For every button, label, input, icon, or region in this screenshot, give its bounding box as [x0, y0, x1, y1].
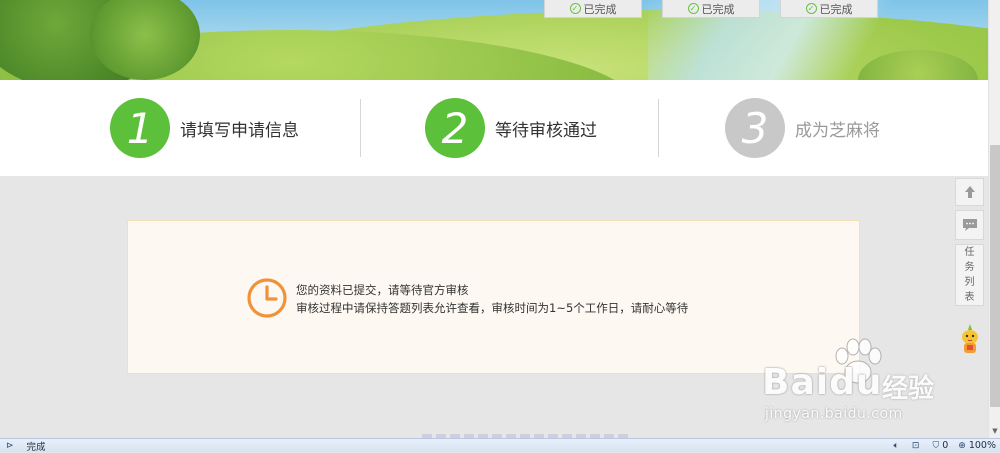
done-tab-1[interactable]: ✓ 已完成	[544, 0, 642, 18]
browser-status-bar: ⊳ 完成 🔈︎ ⊡ ⛉ 0 ⊕ 100%	[0, 438, 1000, 453]
clock-icon	[247, 278, 287, 318]
task-list-button[interactable]: 任 务 列 表	[955, 244, 984, 306]
step-divider	[360, 99, 361, 157]
task-list-char: 表	[964, 292, 975, 303]
scrollbar-thumb[interactable]	[990, 145, 1000, 407]
shield-icon: ⛉	[932, 440, 940, 451]
chat-bubble-icon	[962, 219, 977, 231]
status-text: 完成	[26, 441, 46, 453]
watermark-brand-cn: 经验	[882, 374, 935, 404]
notice-submitted-text: 您的资料已提交，请等待官方审核	[296, 283, 469, 297]
header-banner: ✓ 已完成 ✓ 已完成 ✓ 已完成	[0, 0, 988, 80]
check-circle-icon: ✓	[569, 3, 581, 14]
watermark-brand: Baidu	[762, 362, 883, 403]
step-number-circle: 2	[425, 98, 485, 158]
done-tab-label: 已完成	[583, 2, 617, 16]
done-tab-label: 已完成	[701, 2, 735, 16]
step-become-member: 3 成为芝麻将	[725, 98, 880, 158]
feedback-button[interactable]	[955, 210, 984, 240]
done-tab-3[interactable]: ✓ 已完成	[780, 0, 878, 18]
up-arrow-icon	[964, 186, 975, 198]
speaker-icon[interactable]: 🔈︎	[894, 441, 902, 451]
watermark-url: jingyan.baidu.com	[765, 406, 903, 422]
step-number-circle: 1	[110, 98, 170, 158]
step-fill-application: 1 请填写申请信息	[110, 98, 299, 158]
review-notice-box: 您的资料已提交，请等待官方审核 审核过程中请保持答题列表允许查看，审核时间为1~…	[127, 220, 860, 374]
task-list-char: 任	[964, 247, 975, 258]
step-label: 请填写申请信息	[180, 120, 299, 141]
task-list-char: 务	[964, 262, 975, 273]
step-label: 成为芝麻将	[795, 120, 880, 141]
download-icon[interactable]: ⊡	[912, 441, 923, 451]
check-circle-icon: ✓	[687, 3, 699, 14]
zoom-control[interactable]: ⊕ 100%	[958, 440, 996, 451]
done-tab-label: 已完成	[819, 2, 853, 16]
task-list-char: 列	[964, 277, 975, 288]
step-divider	[658, 99, 659, 157]
vertical-scrollbar[interactable]: ▼	[988, 0, 1000, 438]
notice-review-text: 审核过程中请保持答题列表允许查看，审核时间为1~5个工作日，请耐心等待	[296, 301, 689, 315]
progress-steps: 1 请填写申请信息 2 等待审核通过 3 成为芝麻将	[0, 80, 988, 176]
shield-status[interactable]: ⛉ 0	[932, 440, 948, 451]
back-to-top-button[interactable]	[955, 178, 984, 206]
page-viewport: ✓ 已完成 ✓ 已完成 ✓ 已完成 1 请填写申请信息 2 等待审核通过 3 成…	[0, 0, 988, 438]
shield-count: 0	[942, 440, 949, 451]
page-status-icon: ⊳	[6, 440, 14, 451]
check-circle-icon: ✓	[805, 3, 817, 14]
done-tab-2[interactable]: ✓ 已完成	[662, 0, 760, 18]
baidu-jingyan-watermark: Baidu 经验 jingyan.baidu.com	[762, 338, 972, 430]
step-label: 等待审核通过	[495, 120, 597, 141]
scroll-down-arrow-icon[interactable]: ▼	[989, 424, 1000, 438]
step-await-review: 2 等待审核通过	[425, 98, 597, 158]
zoom-level: 100%	[968, 440, 996, 451]
step-number-circle: 3	[725, 98, 785, 158]
zoom-icon: ⊕	[958, 440, 966, 451]
